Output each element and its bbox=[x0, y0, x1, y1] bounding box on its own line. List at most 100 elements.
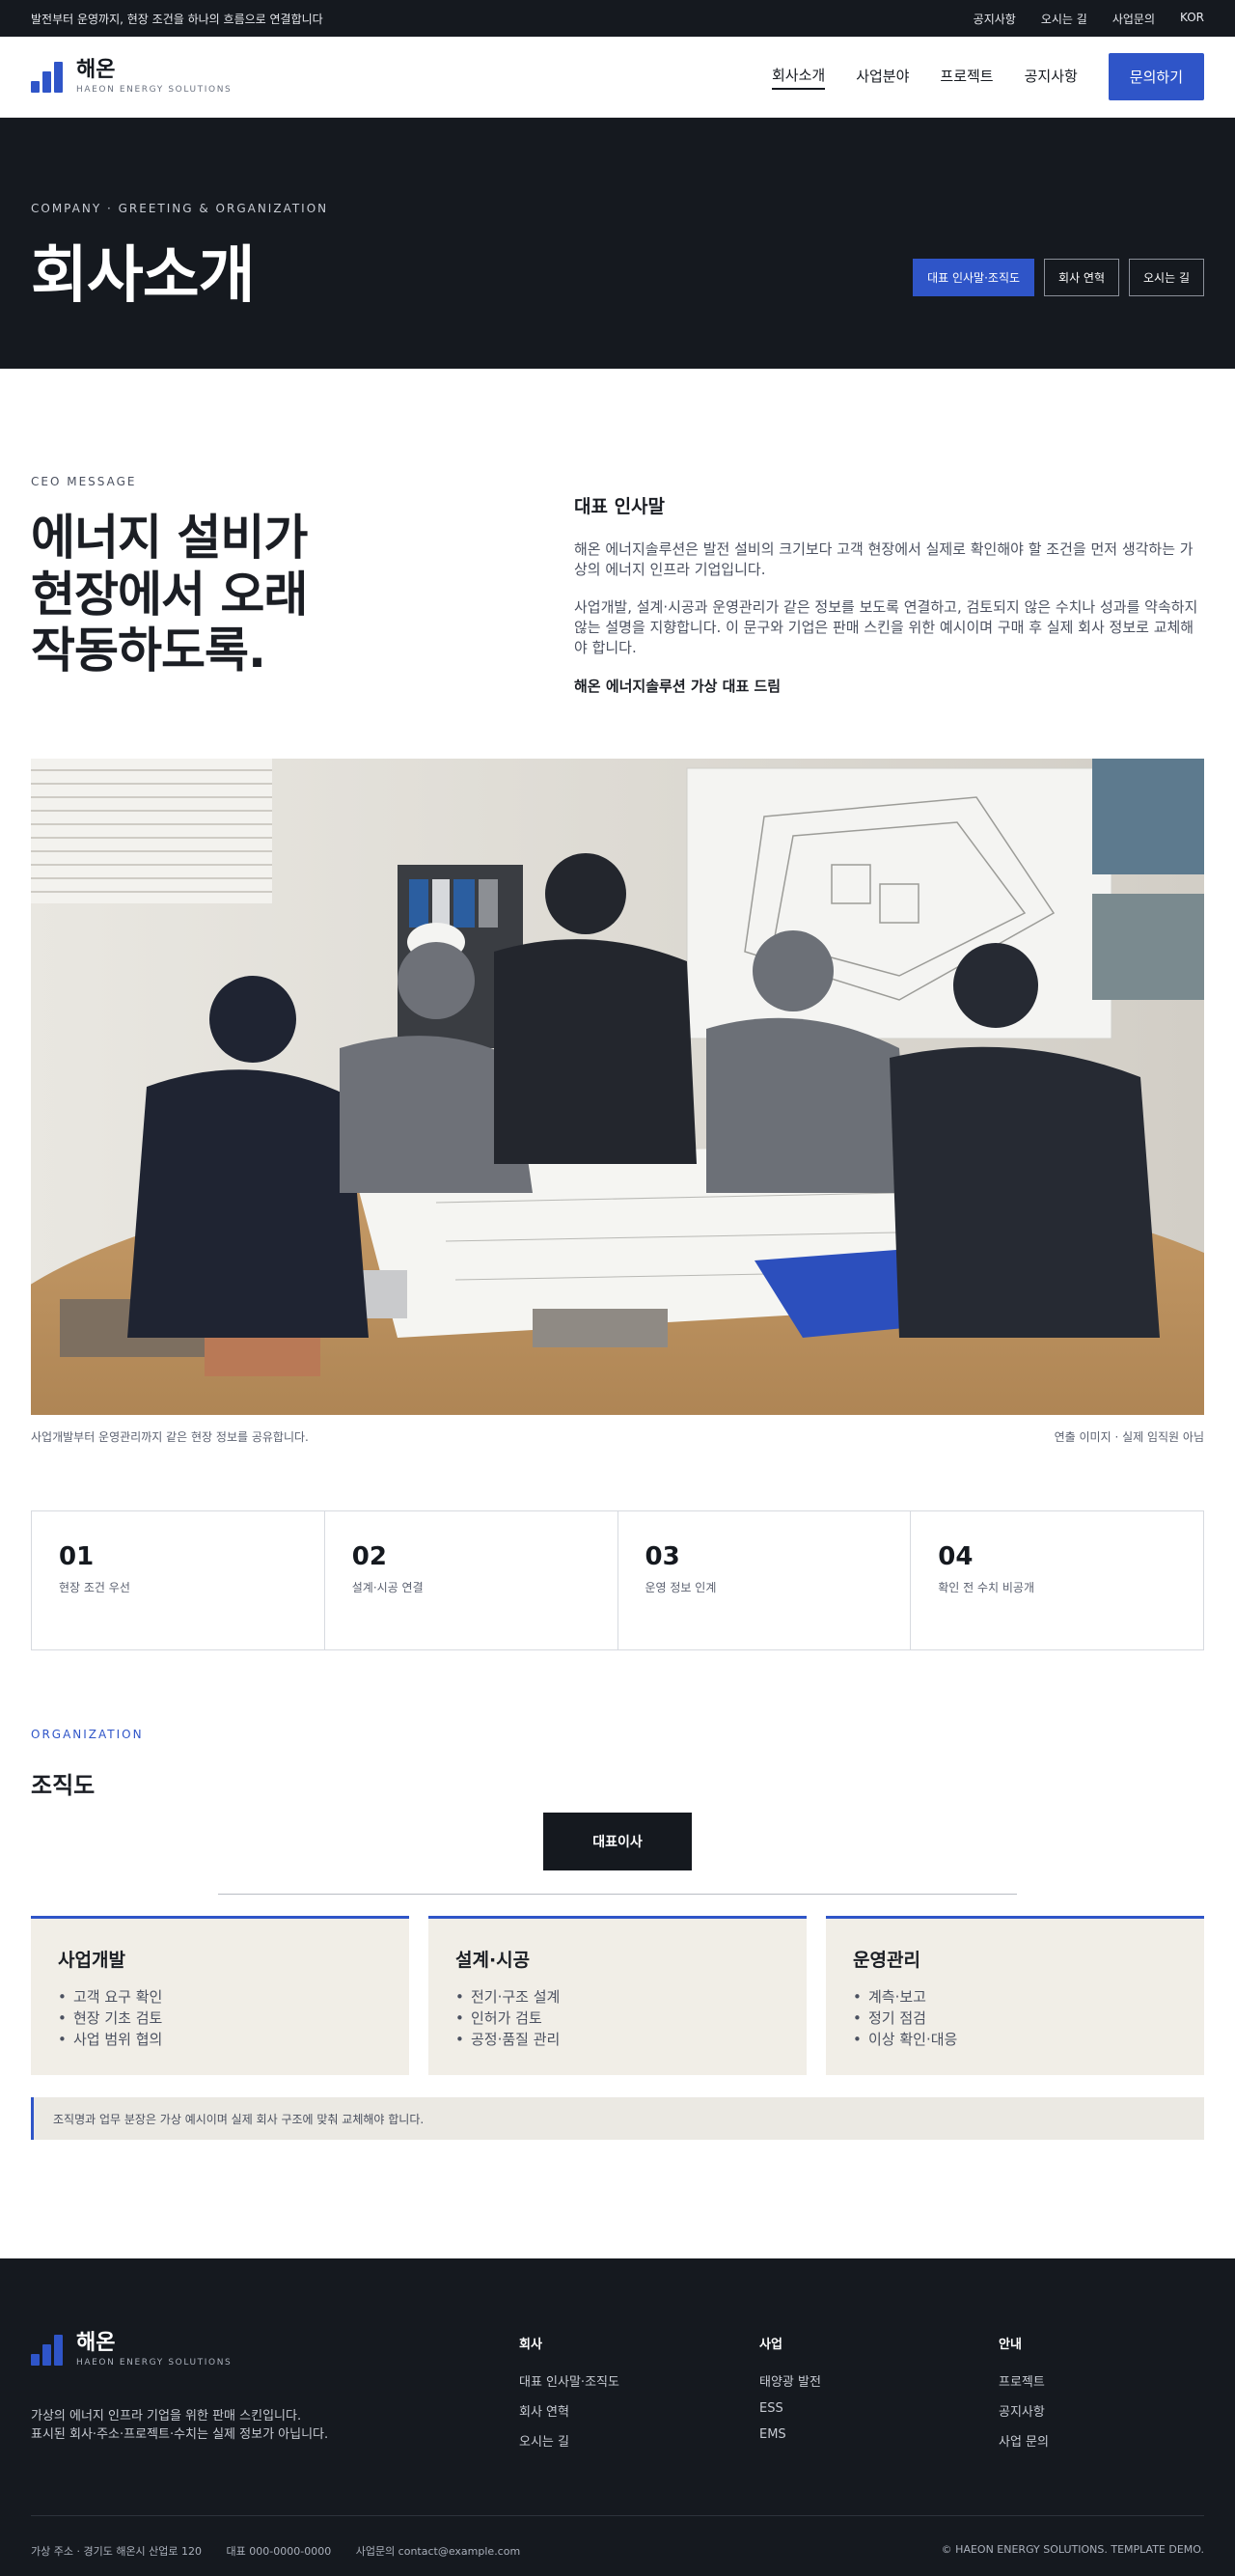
ceo-paragraph: 사업개발, 설계·시공과 운영관리가 같은 정보를 보도록 연결하고, 검토되지… bbox=[574, 598, 1198, 656]
team-photo-block: 사업개발부터 운영관리까지 같은 현장 정보를 공유합니다. 연출 이미지 · … bbox=[31, 759, 1204, 1445]
org-connector-line bbox=[218, 1894, 1017, 1895]
department-list: 사업개발 고객 요구 확인 현장 기초 검토 사업 범위 협의 설계·시공 전기… bbox=[31, 1916, 1204, 2075]
footer-description: 가상의 에너지 인프라 기업을 위한 판매 스킨입니다. 표시된 회사·주소·프… bbox=[31, 2408, 328, 2445]
footer-link[interactable]: 대표 인사말·조직도 bbox=[519, 2371, 619, 2390]
logo-bars-icon bbox=[31, 2334, 63, 2366]
topbar-tagline: 발전부터 운영까지, 현장 조건을 하나의 흐름으로 연결합니다 bbox=[31, 12, 323, 26]
value-label: 설계·시공 연결 bbox=[351, 1581, 424, 1594]
topbar-link-notice[interactable]: 공지사항 bbox=[974, 11, 1016, 27]
department-card: 설계·시공 전기·구조 설계 인허가 검토 공정·품질 관리 bbox=[428, 1916, 807, 2075]
ceo-paragraph: 해온 에너지솔루션은 발전 설비의 크기보다 고객 현장에서 실제로 확인해야 … bbox=[574, 540, 1194, 578]
headline-line: 현장에서 오래 bbox=[31, 566, 308, 623]
department-name: 운영관리 bbox=[853, 1950, 920, 1971]
footer-bottom: 가상 주소 · 경기도 해온시 산업로 120 대표 000-0000-0000… bbox=[31, 2543, 1204, 2559]
footer-link[interactable]: 오시는 길 bbox=[519, 2431, 619, 2450]
footer-email[interactable]: 사업문의 contact@example.com bbox=[356, 2545, 520, 2558]
footer-brand-subtitle: HAEON ENERGY SOLUTIONS bbox=[76, 2358, 233, 2368]
value-number: 02 bbox=[351, 1542, 387, 1571]
site-logo[interactable]: 해온 HAEON ENERGY SOLUTIONS bbox=[31, 57, 233, 96]
footer-link[interactable]: 프로젝트 bbox=[999, 2371, 1049, 2390]
value-item: 04 확인 전 수치 비공개 bbox=[911, 1511, 1203, 1649]
footer-desc-line: 가상의 에너지 인프라 기업을 위한 판매 스킨입니다. bbox=[31, 2409, 302, 2424]
footer-divider bbox=[31, 2515, 1204, 2516]
tab-greeting-org[interactable]: 대표 인사말·조직도 bbox=[913, 259, 1035, 296]
footer-address: 가상 주소 · 경기도 해온시 산업로 120 bbox=[31, 2545, 203, 2558]
value-item: 03 운영 정보 인계 bbox=[618, 1511, 912, 1649]
value-item: 02 설계·시공 연결 bbox=[325, 1511, 618, 1649]
department-duty: 전기·구조 설계 bbox=[455, 1987, 780, 2008]
topbar-link-inquiry[interactable]: 사업문의 bbox=[1112, 11, 1155, 27]
department-name: 사업개발 bbox=[58, 1950, 125, 1971]
value-number: 04 bbox=[938, 1542, 974, 1571]
value-label: 확인 전 수치 비공개 bbox=[938, 1581, 1035, 1594]
ceo-eyebrow: CEO MESSAGE bbox=[31, 475, 137, 488]
main-nav: 회사소개 사업분야 프로젝트 공지사항 문의하기 bbox=[771, 53, 1204, 100]
nav-item-company[interactable]: 회사소개 bbox=[771, 65, 826, 90]
contact-button[interactable]: 문의하기 bbox=[1108, 53, 1204, 100]
footer-copyright: © HAEON ENERGY SOLUTIONS. TEMPLATE DEMO. bbox=[941, 2543, 1204, 2556]
department-duty: 이상 확인·대응 bbox=[853, 2030, 1177, 2051]
footer-desc-line: 표시된 회사·주소·프로젝트·수치는 실제 정보가 아닙니다. bbox=[31, 2426, 329, 2442]
headline-line: 작동하도록. bbox=[31, 623, 266, 679]
footer-col-title: 사업 bbox=[759, 2338, 782, 2352]
footer-link[interactable]: 사업 문의 bbox=[999, 2431, 1049, 2450]
department-duty: 현장 기초 검토 bbox=[58, 2008, 382, 2030]
org-title: 조직도 bbox=[31, 1772, 96, 1799]
site-footer: 해온 HAEON ENERGY SOLUTIONS 가상의 에너지 인프라 기업… bbox=[0, 2258, 1235, 2576]
footer-link[interactable]: EMS bbox=[759, 2427, 821, 2442]
footer-col-business: 사업 태양광 발전 ESS EMS bbox=[759, 2334, 821, 2453]
department-duty: 정기 점검 bbox=[853, 2008, 1177, 2030]
photo-disclaimer: 연출 이미지 · 실제 임직원 아님 bbox=[1054, 1430, 1204, 1444]
top-bar: 발전부터 운영까지, 현장 조건을 하나의 흐름으로 연결합니다 공지사항 오시… bbox=[0, 0, 1235, 37]
tab-history[interactable]: 회사 연혁 bbox=[1044, 259, 1120, 296]
nav-item-notice[interactable]: 공지사항 bbox=[1025, 66, 1078, 89]
page-hero: COMPANY · GREETING & ORGANIZATION 회사소개 대… bbox=[0, 118, 1235, 369]
value-strip: 01 현장 조건 우선 02 설계·시공 연결 03 운영 정보 인계 04 확… bbox=[31, 1510, 1204, 1650]
department-duty: 공정·품질 관리 bbox=[455, 2030, 780, 2051]
nav-item-projects[interactable]: 프로젝트 bbox=[940, 66, 993, 89]
page-title: 회사소개 bbox=[31, 240, 256, 312]
department-card: 사업개발 고객 요구 확인 현장 기초 검토 사업 범위 협의 bbox=[31, 1916, 409, 2075]
org-notice: 조직명과 업무 분장은 가상 예시이며 실제 회사 구조에 맞춰 교체해야 합니… bbox=[31, 2097, 1204, 2140]
department-duty: 고객 요구 확인 bbox=[58, 1987, 382, 2008]
footer-link[interactable]: ESS bbox=[759, 2401, 821, 2416]
footer-col-title: 회사 bbox=[519, 2338, 542, 2352]
headline-line: 에너지 설비가 bbox=[31, 510, 308, 566]
ceo-message-title: 대표 인사말 bbox=[574, 496, 666, 517]
brand-name: 해온 bbox=[76, 57, 116, 82]
hero-eyebrow: COMPANY · GREETING & ORGANIZATION bbox=[31, 202, 329, 215]
topbar-links: 공지사항 오시는 길 사업문의 KOR bbox=[974, 11, 1204, 27]
language-selector[interactable]: KOR bbox=[1180, 11, 1204, 27]
department-name: 설계·시공 bbox=[455, 1950, 531, 1971]
value-number: 03 bbox=[645, 1542, 680, 1571]
department-duty: 인허가 검토 bbox=[455, 2008, 780, 2030]
footer-col-title: 안내 bbox=[999, 2338, 1022, 2352]
footer-link[interactable]: 회사 연혁 bbox=[519, 2401, 619, 2420]
department-duty: 사업 범위 협의 bbox=[58, 2030, 382, 2051]
footer-logo[interactable]: 해온 HAEON ENERGY SOLUTIONS bbox=[31, 2331, 233, 2368]
ceo-signature: 해온 에너지솔루션 가상 대표 드림 bbox=[574, 678, 782, 695]
logo-bars-icon bbox=[31, 61, 63, 93]
sub-tabs: 대표 인사말·조직도 회사 연혁 오시는 길 bbox=[913, 259, 1204, 296]
organization-section: ORGANIZATION 조직도 대표이사 사업개발 고객 요구 확인 현장 기… bbox=[31, 1728, 1204, 2140]
value-number: 01 bbox=[59, 1542, 95, 1571]
org-eyebrow: ORGANIZATION bbox=[31, 1728, 144, 1741]
tab-directions[interactable]: 오시는 길 bbox=[1129, 259, 1204, 296]
footer-col-guide: 안내 프로젝트 공지사항 사업 문의 bbox=[999, 2334, 1049, 2461]
footer-phone: 대표 000-0000-0000 bbox=[226, 2545, 332, 2558]
footer-link[interactable]: 공지사항 bbox=[999, 2401, 1049, 2420]
footer-brand-name: 해온 bbox=[76, 2331, 116, 2355]
site-header: 해온 HAEON ENERGY SOLUTIONS 회사소개 사업분야 프로젝트… bbox=[0, 37, 1235, 118]
photo-caption: 사업개발부터 운영관리까지 같은 현장 정보를 공유합니다. bbox=[31, 1430, 309, 1444]
nav-item-business[interactable]: 사업분야 bbox=[856, 66, 909, 89]
value-item: 01 현장 조건 우선 bbox=[32, 1511, 325, 1649]
value-label: 현장 조건 우선 bbox=[59, 1581, 130, 1594]
brand-subtitle: HAEON ENERGY SOLUTIONS bbox=[76, 85, 233, 96]
org-ceo-box: 대표이사 bbox=[543, 1813, 692, 1870]
team-meeting-photo bbox=[31, 759, 1204, 1415]
footer-col-company: 회사 대표 인사말·조직도 회사 연혁 오시는 길 bbox=[519, 2334, 619, 2461]
footer-link[interactable]: 태양광 발전 bbox=[759, 2371, 821, 2390]
topbar-link-directions[interactable]: 오시는 길 bbox=[1041, 11, 1087, 27]
value-label: 운영 정보 인계 bbox=[645, 1581, 717, 1594]
ceo-headline: 에너지 설비가 현장에서 오래 작동하도록. bbox=[31, 510, 574, 679]
